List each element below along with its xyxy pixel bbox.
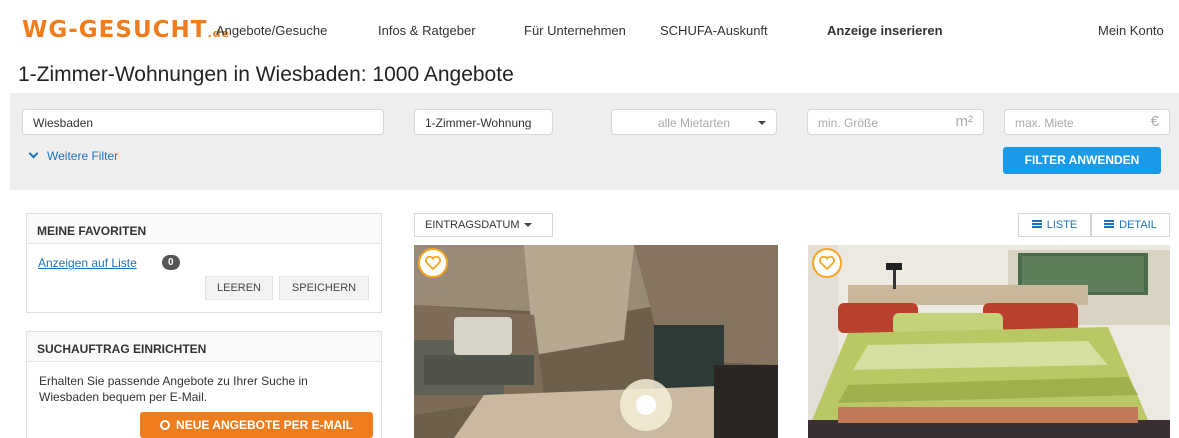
- logo-text: WG-GESUCHT: [22, 17, 208, 43]
- heart-icon: [425, 256, 441, 270]
- more-filters-label: Weitere Filter: [47, 149, 119, 163]
- min-size-placeholder: min. Größe: [818, 116, 879, 130]
- sort-label: EINTRAGSDATUM: [425, 219, 520, 231]
- view-detail-button[interactable]: DETAIL: [1091, 213, 1170, 237]
- listing-photo-1[interactable]: [414, 245, 778, 438]
- chevron-down-icon: [28, 148, 39, 159]
- page-title: 1-Zimmer-Wohnungen in Wiesbaden: 1000 An…: [18, 63, 514, 86]
- category-select-value: 1-Zimmer-Wohnung: [425, 116, 532, 130]
- view-list-label: LISTE: [1046, 219, 1078, 231]
- search-order-text: Erhalten Sie passende Angebote zu Ihrer …: [39, 374, 308, 404]
- favorites-list-link[interactable]: Anzeigen auf Liste: [38, 256, 137, 270]
- rent-type-select[interactable]: alle Mietarten: [611, 109, 777, 135]
- save-favorites-button[interactable]: SPEICHERN: [279, 276, 369, 300]
- search-order-title: SUCHAUFTRAG EINRICHTEN: [27, 332, 381, 362]
- favorite-heart-button-2[interactable]: [812, 248, 842, 278]
- listing-photo-2[interactable]: [808, 245, 1170, 438]
- sort-dropdown[interactable]: EINTRAGSDATUM: [414, 213, 553, 237]
- favorites-title: MEINE FAVORITEN: [27, 214, 381, 244]
- apply-filter-button[interactable]: FILTER ANWENDEN: [1003, 147, 1161, 174]
- nav-mein-konto[interactable]: Mein Konto: [1098, 23, 1164, 38]
- detail-list-icon: [1104, 220, 1115, 228]
- alarm-clock-icon: [160, 420, 171, 430]
- wg-gesucht-logo[interactable]: WG-GESUCHT.de: [22, 17, 230, 43]
- nav-schufa-auskunft[interactable]: SCHUFA-Auskunft: [660, 23, 768, 38]
- new-offers-email-button[interactable]: NEUE ANGEBOTE PER E-MAIL: [140, 412, 373, 438]
- clear-favorites-button[interactable]: LEEREN: [205, 276, 273, 300]
- currency-symbol: €: [1150, 113, 1159, 130]
- category-select[interactable]: 1-Zimmer-Wohnung: [414, 109, 553, 135]
- view-detail-label: DETAIL: [1119, 219, 1157, 231]
- favorites-count-badge: 0: [162, 255, 180, 270]
- nav-anzeige-inserieren[interactable]: Anzeige inserieren: [827, 23, 943, 38]
- filter-bar: Wiesbaden 1-Zimmer-Wohnung alle Mietarte…: [10, 93, 1179, 190]
- nav-angebote-gesuche[interactable]: Angebote/Gesuche: [216, 23, 327, 38]
- chevron-down-icon: [523, 223, 532, 227]
- new-offers-email-label: NEUE ANGEBOTE PER E-MAIL: [176, 418, 353, 432]
- favorite-heart-button-1[interactable]: [418, 248, 448, 278]
- list-icon: [1031, 220, 1042, 228]
- rent-type-placeholder: alle Mietarten: [657, 116, 731, 130]
- min-size-input[interactable]: min. Größe m²: [807, 109, 984, 135]
- nav-infos-ratgeber[interactable]: Infos & Ratgeber: [378, 23, 476, 38]
- view-list-button[interactable]: LISTE: [1018, 213, 1091, 237]
- favorites-panel: MEINE FAVORITEN Anzeigen auf Liste 0 LEE…: [26, 213, 382, 313]
- max-rent-input[interactable]: max. Miete €: [1004, 109, 1170, 135]
- heart-icon: [819, 256, 835, 270]
- nav-fuer-unternehmen[interactable]: Für Unternehmen: [524, 23, 626, 38]
- size-unit: m²: [955, 113, 974, 130]
- top-navigation: WG-GESUCHT.de Angebote/Gesuche Infos & R…: [0, 0, 1179, 58]
- search-order-panel: SUCHAUFTRAG EINRICHTEN Erhalten Sie pass…: [26, 331, 382, 438]
- chevron-down-icon: [758, 121, 766, 125]
- max-rent-placeholder: max. Miete: [1015, 116, 1074, 130]
- city-input[interactable]: Wiesbaden: [22, 109, 384, 135]
- more-filters-toggle[interactable]: Weitere Filter: [28, 148, 119, 163]
